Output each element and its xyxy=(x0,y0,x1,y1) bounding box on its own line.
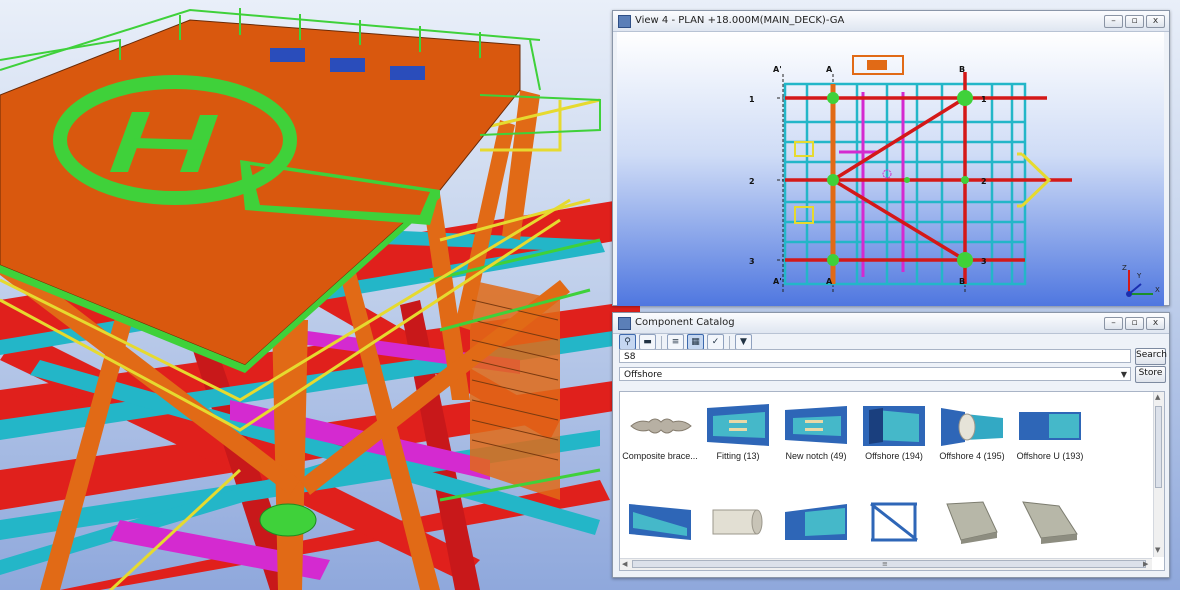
grid-label-a: A xyxy=(826,65,833,74)
horizontal-scrollbar[interactable]: ◀ ≡ ▶ xyxy=(620,558,1152,570)
fitting-icon xyxy=(707,404,769,446)
minimize-button[interactable]: – xyxy=(1104,317,1123,330)
component-thumbnail-grid[interactable]: Composite brace... Fitting (13) New notc… xyxy=(619,391,1165,571)
plan-view-titlebar[interactable]: View 4 - PLAN +18.000M(MAIN_DECK)-GA – ▫… xyxy=(613,11,1169,32)
tube-joint-icon xyxy=(941,408,1003,446)
grid-label-b: B xyxy=(959,65,965,74)
grid-label-b-bottom: B xyxy=(959,277,965,286)
axis-z-label: Z xyxy=(1122,264,1127,272)
catalog-item-label: New notch (49) xyxy=(785,451,847,461)
brace-icon xyxy=(630,418,692,434)
list-view-icon[interactable]: ≡ xyxy=(667,334,684,350)
grid-label-2-right: 2 xyxy=(981,177,987,186)
catalog-item[interactable]: New notch (49) xyxy=(778,402,854,476)
spellcheck-icon[interactable]: ✓ xyxy=(707,334,724,350)
axis-gizmo-icon: Z Y X xyxy=(1122,264,1160,297)
plan-viewport[interactable]: A' A B 1 1 2 2 3 3 A' A B Z Y X xyxy=(617,32,1164,306)
restore-button[interactable]: ▫ xyxy=(1125,15,1144,28)
catalog-item-label: Fitting (13) xyxy=(716,451,760,461)
catalog-item-label: Offshore (194) xyxy=(865,451,923,461)
u-section-icon xyxy=(1019,412,1081,440)
catalog-item-label: Offshore 4 (195) xyxy=(939,451,1005,461)
pipe-icon xyxy=(712,509,763,535)
catalog-item[interactable]: Fitting (13) xyxy=(700,402,776,476)
i-beam-angled-icon xyxy=(1022,501,1078,544)
vertical-scrollbar[interactable]: ▲ ▼ xyxy=(1153,392,1164,557)
catalog-item[interactable]: Composite brace... xyxy=(622,402,698,476)
category-select[interactable]: Offshore ▼ xyxy=(619,367,1131,381)
search-button[interactable]: Search xyxy=(1135,348,1167,365)
component-catalog-window[interactable]: Component Catalog – ▫ x ⚲ ▬ ≡ ▦ ✓ ▼ S8 S… xyxy=(612,312,1170,578)
toolbar-divider xyxy=(729,335,730,349)
catalog-item-label: Offshore U (193) xyxy=(1016,451,1084,461)
thumbnail-view-icon[interactable]: ▦ xyxy=(687,334,704,350)
search-input[interactable]: S8 xyxy=(619,349,1131,363)
truss-panel-icon xyxy=(870,502,918,542)
grid-label-a-bottom: A xyxy=(826,277,833,286)
beam-cut-icon xyxy=(629,504,691,540)
scroll-up-icon[interactable]: ▲ xyxy=(1155,393,1160,401)
axis-y-label: Y xyxy=(1136,272,1142,280)
grid-label-2-left: 2 xyxy=(749,177,755,186)
catalog-item[interactable]: Offshore (194) xyxy=(856,402,932,476)
catalog-title: Component Catalog xyxy=(635,317,735,328)
notch-icon xyxy=(785,406,847,444)
filter-icon[interactable]: ▼ xyxy=(735,334,752,350)
minimize-button[interactable]: – xyxy=(1104,15,1123,28)
grid-label-1-right: 1 xyxy=(981,95,987,104)
close-button[interactable]: x xyxy=(1146,15,1165,28)
chevron-down-icon: ▼ xyxy=(1120,370,1127,379)
restore-button[interactable]: ▫ xyxy=(1125,317,1144,330)
search-mode-icon[interactable]: ⚲ xyxy=(619,334,636,350)
vertical-scroll-thumb[interactable] xyxy=(1155,406,1162,488)
offshore-icon xyxy=(863,406,925,446)
grid-label-1-left: 1 xyxy=(749,95,755,104)
catalog-toolbar: ⚲ ▬ ≡ ▦ ✓ ▼ xyxy=(619,334,752,350)
catalog-window-icon xyxy=(618,317,631,330)
horizontal-scroll-thumb[interactable] xyxy=(632,560,1146,568)
catalog-titlebar[interactable]: Component Catalog – ▫ x xyxy=(613,313,1169,334)
catalog-item[interactable]: Offshore U (193) xyxy=(1012,402,1088,476)
beam-end-icon xyxy=(785,504,847,540)
folder-icon[interactable]: ▬ xyxy=(639,334,656,350)
grid-label-3-right: 3 xyxy=(981,257,987,266)
grid-label-3-left: 3 xyxy=(749,257,755,266)
i-beam-icon xyxy=(946,501,998,544)
store-button[interactable]: Store xyxy=(1135,366,1166,383)
close-button[interactable]: x xyxy=(1146,317,1165,330)
category-select-value: Offshore xyxy=(624,370,663,380)
scroll-left-icon[interactable]: ◀ xyxy=(622,560,627,568)
scroll-right-icon[interactable]: ▶ xyxy=(1143,560,1148,568)
plan-view-title: View 4 - PLAN +18.000M(MAIN_DECK)-GA xyxy=(635,15,845,26)
grid-label-a-prime: A' xyxy=(773,65,782,74)
view-window-icon xyxy=(618,15,631,28)
grid-label-a-prime-bottom: A' xyxy=(773,277,782,286)
toolbar-divider xyxy=(661,335,662,349)
scroll-down-icon[interactable]: ▼ xyxy=(1155,546,1160,554)
plan-view-window[interactable]: View 4 - PLAN +18.000M(MAIN_DECK)-GA – ▫… xyxy=(612,10,1170,306)
scroll-grip-icon: ≡ xyxy=(882,560,888,568)
axis-x-label: X xyxy=(1155,286,1160,294)
column-node-plate xyxy=(259,503,317,537)
catalog-item[interactable]: Offshore 4 (195) xyxy=(934,402,1010,476)
catalog-item-label: Composite brace... xyxy=(622,451,698,461)
plan-drawing: A' A B 1 1 2 2 3 3 A' A B Z Y X xyxy=(749,55,1160,297)
